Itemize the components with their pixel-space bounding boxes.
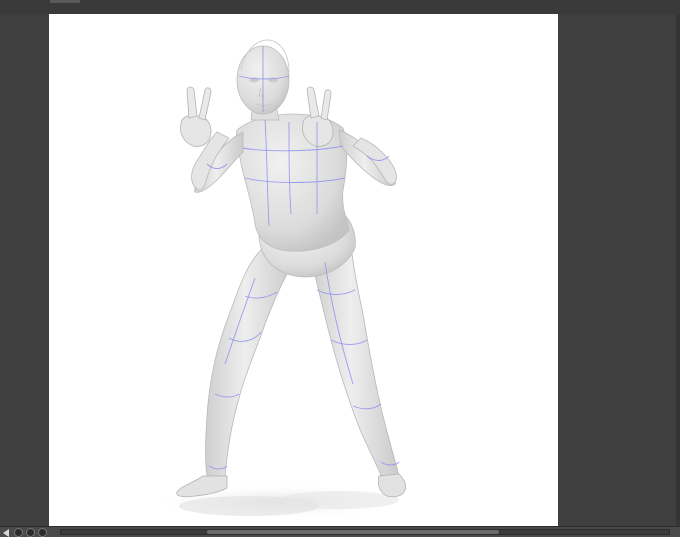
vertical-scrollbar[interactable] bbox=[676, 14, 680, 526]
right-leg bbox=[310, 245, 406, 498]
left-leg bbox=[176, 249, 294, 498]
horizontal-scroll-thumb[interactable] bbox=[207, 530, 499, 534]
viewport-left-margin bbox=[0, 14, 49, 526]
mannequin-figure[interactable] bbox=[49, 14, 558, 526]
right-arm bbox=[338, 129, 397, 186]
drawing-app-window bbox=[0, 0, 680, 537]
zoom-out-icon[interactable] bbox=[26, 528, 35, 537]
status-bar bbox=[0, 526, 680, 537]
top-scroll-nub[interactable] bbox=[50, 0, 80, 3]
right-hand-peace-sign bbox=[302, 86, 334, 147]
drawing-canvas[interactable] bbox=[49, 14, 558, 526]
top-scrollbar-strip[interactable] bbox=[0, 0, 680, 15]
rotate-icon[interactable] bbox=[38, 528, 47, 537]
viewport-right-margin bbox=[558, 14, 680, 526]
left-hand-peace-sign bbox=[180, 86, 212, 147]
zoom-in-icon[interactable] bbox=[14, 528, 23, 537]
left-arrow-icon[interactable] bbox=[3, 529, 9, 537]
horizontal-scrollbar[interactable] bbox=[60, 529, 670, 535]
